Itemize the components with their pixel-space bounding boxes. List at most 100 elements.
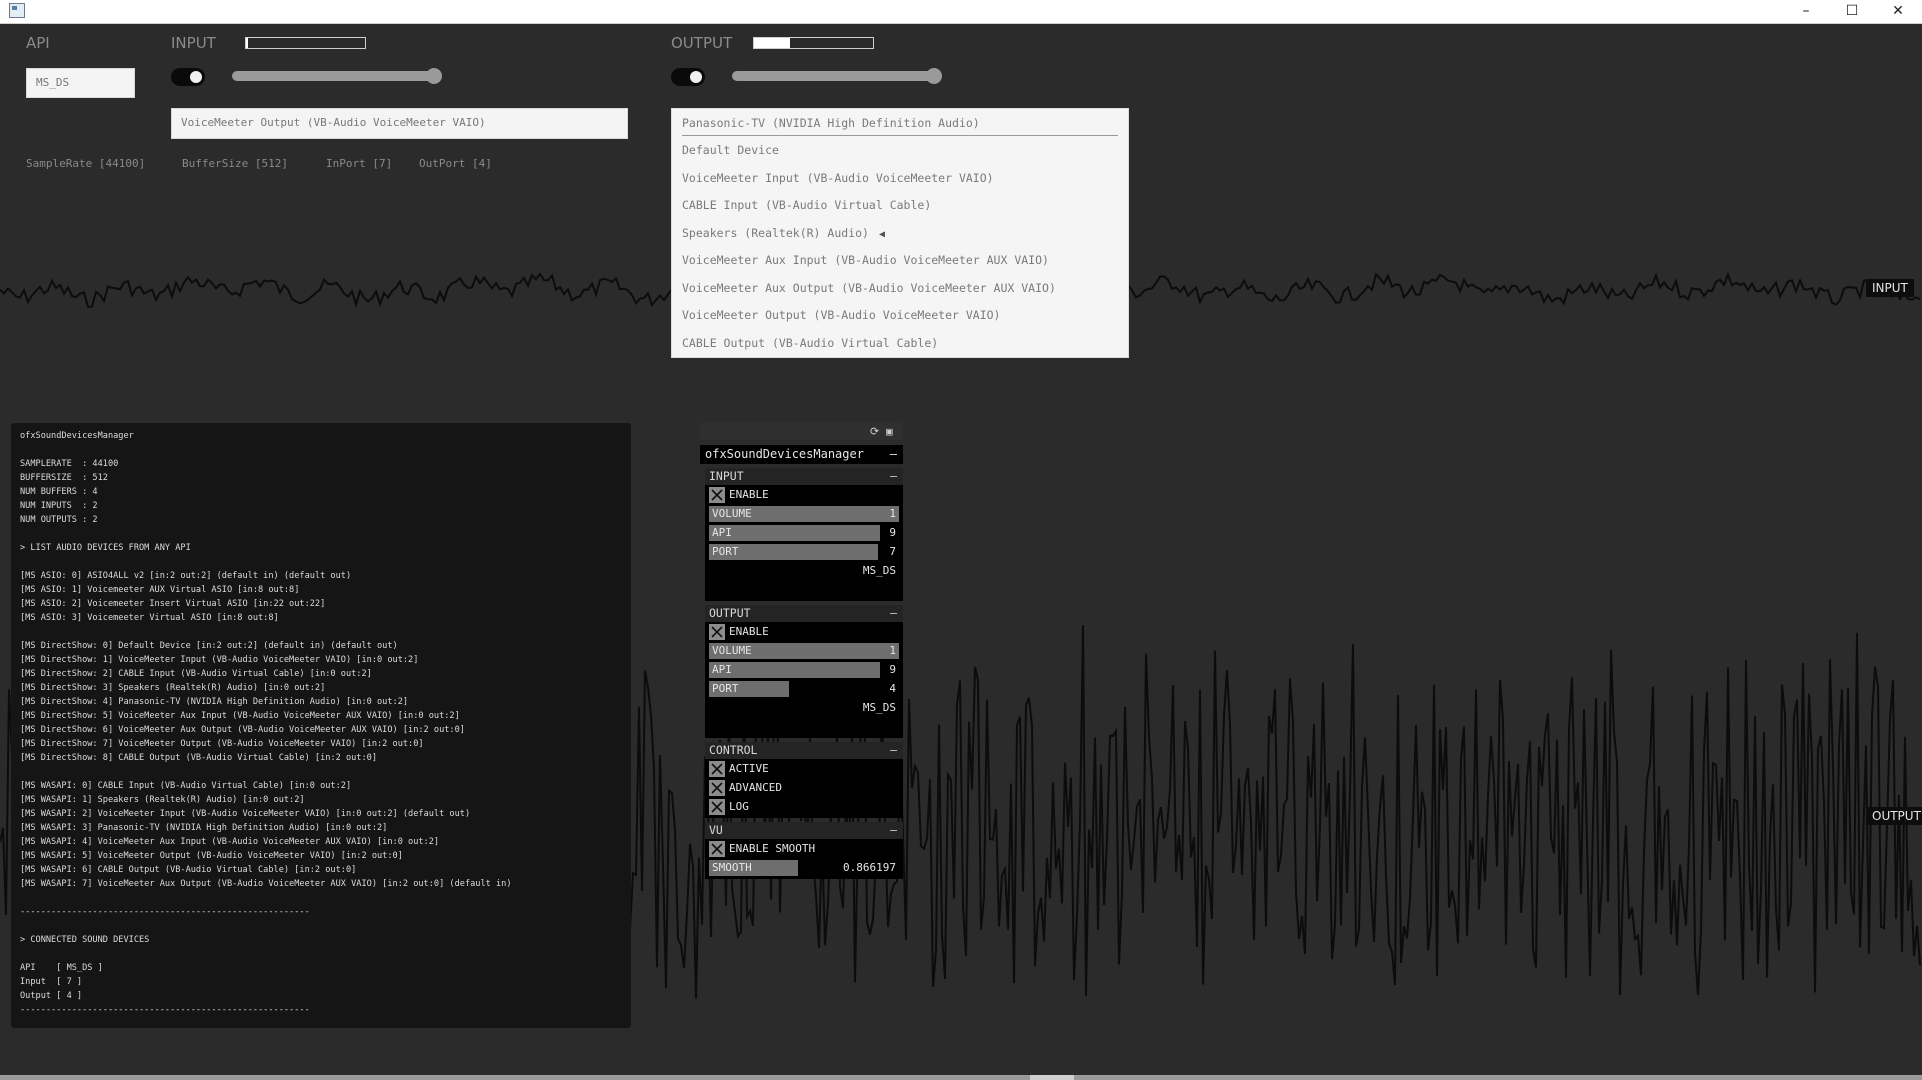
- console-line: ----------------------------------------…: [20, 1005, 310, 1015]
- log-checkbox[interactable]: LOG: [709, 799, 899, 815]
- console-line: [MS WASAPI: 2] VoiceMeeter Input (VB-Aud…: [20, 809, 471, 819]
- output-enable-toggle[interactable]: [671, 68, 705, 86]
- control-group-title: CONTROL: [709, 743, 758, 757]
- output-volume-slider-handle[interactable]: [926, 68, 942, 84]
- output-enable-checkbox[interactable]: ENABLE: [709, 624, 899, 640]
- control-group-collapse[interactable]: –: [890, 742, 897, 759]
- output-enable-label: ENABLE: [729, 625, 769, 638]
- output-port-param[interactable]: PORT 4: [709, 681, 899, 697]
- vu-group: VU – ENABLE SMOOTH SMOOTH 0.866197: [705, 822, 903, 879]
- output-level-meter: [753, 37, 874, 49]
- output-api-fill: [709, 662, 880, 678]
- control-group-header[interactable]: CONTROL –: [705, 742, 903, 759]
- console-line: NUM BUFFERS : 4: [20, 487, 98, 497]
- smooth-param[interactable]: SMOOTH 0.866197: [709, 860, 899, 876]
- device-list-item[interactable]: VoiceMeeter Aux Output (VB-Audio VoiceMe…: [682, 281, 1056, 295]
- app-icon: [9, 3, 25, 18]
- input-waveform-tag: INPUT: [1866, 279, 1914, 297]
- input-group-header[interactable]: INPUT –: [705, 468, 903, 485]
- console-line: NUM OUTPUTS : 2: [20, 515, 98, 525]
- device-list-separator: [682, 135, 1118, 136]
- console-line: [MS DirectShow: 7] VoiceMeeter Output (V…: [20, 739, 424, 749]
- input-group-collapse[interactable]: –: [890, 468, 897, 485]
- bottom-scrollbar[interactable]: [0, 1075, 1922, 1080]
- input-device-select[interactable]: VoiceMeeter Output (VB-Audio VoiceMeeter…: [171, 108, 628, 139]
- output-group-header[interactable]: OUTPUT –: [705, 605, 903, 622]
- output-volume-param[interactable]: VOLUME 1: [709, 643, 899, 659]
- console-line: NUM INPUTS : 2: [20, 501, 98, 511]
- output-api-param[interactable]: API 9: [709, 662, 899, 678]
- output-port-label: PORT: [712, 682, 739, 695]
- console-line: > LIST AUDIO DEVICES FROM ANY API: [20, 543, 191, 553]
- caret-left-icon: ◀: [878, 229, 885, 240]
- input-api-param[interactable]: API 9: [709, 525, 899, 541]
- output-api-label: API: [712, 663, 732, 676]
- input-label: INPUT: [171, 34, 216, 52]
- console-line: ----------------------------------------…: [20, 907, 310, 917]
- device-list-item[interactable]: VoiceMeeter Output (VB-Audio VoiceMeeter…: [682, 308, 1001, 322]
- vu-group-collapse[interactable]: –: [890, 822, 897, 839]
- console-line: [MS WASAPI: 5] VoiceMeeter Output (VB-Au…: [20, 851, 403, 861]
- smooth-label: SMOOTH: [712, 861, 752, 874]
- input-level-meter: [245, 37, 366, 49]
- output-waveform-tag: OUTPUT: [1866, 807, 1922, 825]
- input-volume-label: VOLUME: [712, 507, 752, 520]
- console-line: [MS WASAPI: 6] CABLE Output (VB-Audio Vi…: [20, 865, 357, 875]
- api-label: API: [26, 34, 50, 52]
- input-volume-slider-handle[interactable]: [426, 68, 442, 84]
- console-line: BUFFERSIZE : 512: [20, 473, 108, 483]
- output-volume-slider[interactable]: [732, 71, 940, 81]
- input-group: INPUT – ENABLE VOLUME 1 API 9 PORT 7 MS_D…: [705, 468, 903, 601]
- input-enable-toggle[interactable]: [171, 68, 205, 86]
- active-checkbox[interactable]: ACTIVE: [709, 761, 899, 777]
- checkbox-checked-icon: [709, 487, 725, 503]
- samplerate-info: SampleRate [44100]: [26, 157, 146, 170]
- device-list-item[interactable]: VoiceMeeter Aux Input (VB-Audio VoiceMee…: [682, 253, 1049, 267]
- console-line: [MS ASIO: 2] Voicemeeter Insert Virtual …: [20, 599, 326, 609]
- device-list-item[interactable]: VoiceMeeter Input (VB-Audio VoiceMeeter …: [682, 171, 994, 185]
- console-line: [MS ASIO: 0] ASIO4ALL v2 [in:2 out:2] (d…: [20, 571, 352, 581]
- bottom-scrollbar-thumb[interactable]: [1030, 1075, 1074, 1080]
- input-group-title: INPUT: [709, 469, 744, 483]
- outport-info: OutPort [4]: [419, 157, 492, 170]
- smooth-value: 0.866197: [843, 861, 896, 874]
- vu-group-header[interactable]: VU –: [705, 822, 903, 839]
- device-list-item-selected[interactable]: Panasonic-TV (NVIDIA High Definition Aud…: [682, 116, 980, 130]
- device-list-item[interactable]: Default Device: [682, 143, 779, 157]
- device-list-item[interactable]: CABLE Output (VB-Audio Virtual Cable): [682, 336, 938, 350]
- panel-header-bar: ⟳ ▣: [700, 423, 903, 440]
- output-group-collapse[interactable]: –: [890, 605, 897, 622]
- console-line: [MS DirectShow: 0] Default Device [in:2 …: [20, 641, 398, 651]
- checkbox-checked-icon: [709, 799, 725, 815]
- input-volume-slider[interactable]: [232, 71, 440, 81]
- panel-collapse-button[interactable]: –: [890, 445, 897, 464]
- input-port-value: 7: [889, 545, 896, 558]
- control-group: CONTROL – ACTIVE ADVANCED LOG: [705, 742, 903, 818]
- device-list-item-hovered[interactable]: Speakers (Realtek(R) Audio) ◀: [682, 226, 885, 240]
- close-button[interactable]: ✕: [1876, 0, 1920, 23]
- input-enable-checkbox[interactable]: ENABLE: [709, 487, 899, 503]
- output-label: OUTPUT: [671, 34, 733, 52]
- output-device-list[interactable]: Panasonic-TV (NVIDIA High Definition Aud…: [671, 108, 1129, 358]
- device-list-item-label: Speakers (Realtek(R) Audio): [682, 226, 869, 240]
- panel-title: ofxSoundDevicesManager –: [700, 445, 903, 464]
- output-volume-label: VOLUME: [712, 644, 752, 657]
- output-volume-value: 1: [889, 644, 896, 657]
- input-volume-param[interactable]: VOLUME 1: [709, 506, 899, 522]
- maximize-button[interactable]: ☐: [1830, 0, 1874, 23]
- save-icon[interactable]: ▣: [886, 425, 893, 438]
- advanced-checkbox[interactable]: ADVANCED: [709, 780, 899, 796]
- console-line: [MS ASIO: 1] Voicemeeter AUX Virtual ASI…: [20, 585, 300, 595]
- checkbox-checked-icon: [709, 780, 725, 796]
- input-port-param[interactable]: PORT 7: [709, 544, 899, 560]
- input-port-label: PORT: [712, 545, 739, 558]
- minimize-button[interactable]: –: [1784, 0, 1828, 23]
- enable-smooth-checkbox[interactable]: ENABLE SMOOTH: [709, 841, 899, 857]
- device-list-item[interactable]: CABLE Input (VB-Audio Virtual Cable): [682, 198, 931, 212]
- input-volume-value: 1: [889, 507, 896, 520]
- buffersize-info: BufferSize [512]: [182, 157, 288, 170]
- api-textbox[interactable]: MS_DS: [26, 68, 135, 98]
- checkbox-checked-icon: [709, 761, 725, 777]
- active-label: ACTIVE: [729, 762, 769, 775]
- reload-icon[interactable]: ⟳: [870, 425, 879, 438]
